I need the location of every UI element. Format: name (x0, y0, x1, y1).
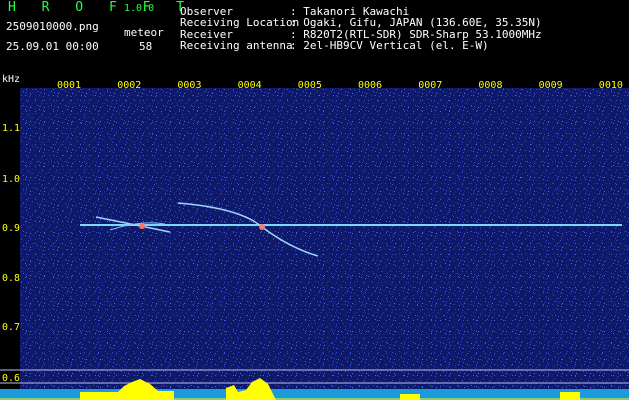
spectrogram-noise (20, 88, 629, 400)
y-tick-label: 0.6 (2, 373, 21, 384)
x-tick-label: 0006 (358, 80, 383, 91)
location-row: Receiving Location: Ogaki, Gifu, JAPAN (… (180, 17, 542, 28)
x-tick-label: 0003 (177, 80, 202, 91)
y-tick-label: 1.0 (2, 174, 21, 185)
y-tick-label: 0.7 (2, 322, 21, 333)
app-version: 1.0.0 (124, 3, 155, 14)
capture-datetime: 25.09.01 00:00 (6, 40, 99, 53)
x-tick-label: 0001 (57, 80, 82, 91)
y-tick-label: 0.9 (2, 223, 21, 234)
x-tick-label: 0005 (297, 80, 322, 91)
meteor-label: meteor (124, 26, 164, 39)
x-tick-label: 0008 (478, 80, 503, 91)
x-tick-label: 0010 (598, 80, 623, 91)
y-axis-unit: kHz (2, 74, 21, 85)
x-tick-label: 0004 (237, 80, 262, 91)
app-brand: H R O F F T (8, 0, 194, 15)
antenna-label: Receiving antenna (180, 39, 293, 52)
meteor-head (139, 223, 145, 229)
x-tick-label: 0009 (538, 80, 563, 91)
image-filename: 2509010000.png (6, 20, 99, 33)
antenna-value: : 2el-HB9CV Vertical (el. E-W) (290, 39, 489, 52)
location-value: : Ogaki, Gifu, JAPAN (136.60E, 35.35N) (290, 16, 542, 29)
y-tick-label: 0.8 (2, 273, 21, 284)
meteor-head (259, 224, 265, 230)
x-tick-label: 0007 (418, 80, 443, 91)
y-tick-label: 1.1 (2, 123, 21, 134)
spectrogram (0, 88, 629, 400)
antenna-row: Receiving antenna: 2el-HB9CV Vertical (e… (180, 39, 489, 52)
meteor-count: 58 (139, 40, 153, 53)
x-tick-label: 0002 (117, 80, 142, 91)
